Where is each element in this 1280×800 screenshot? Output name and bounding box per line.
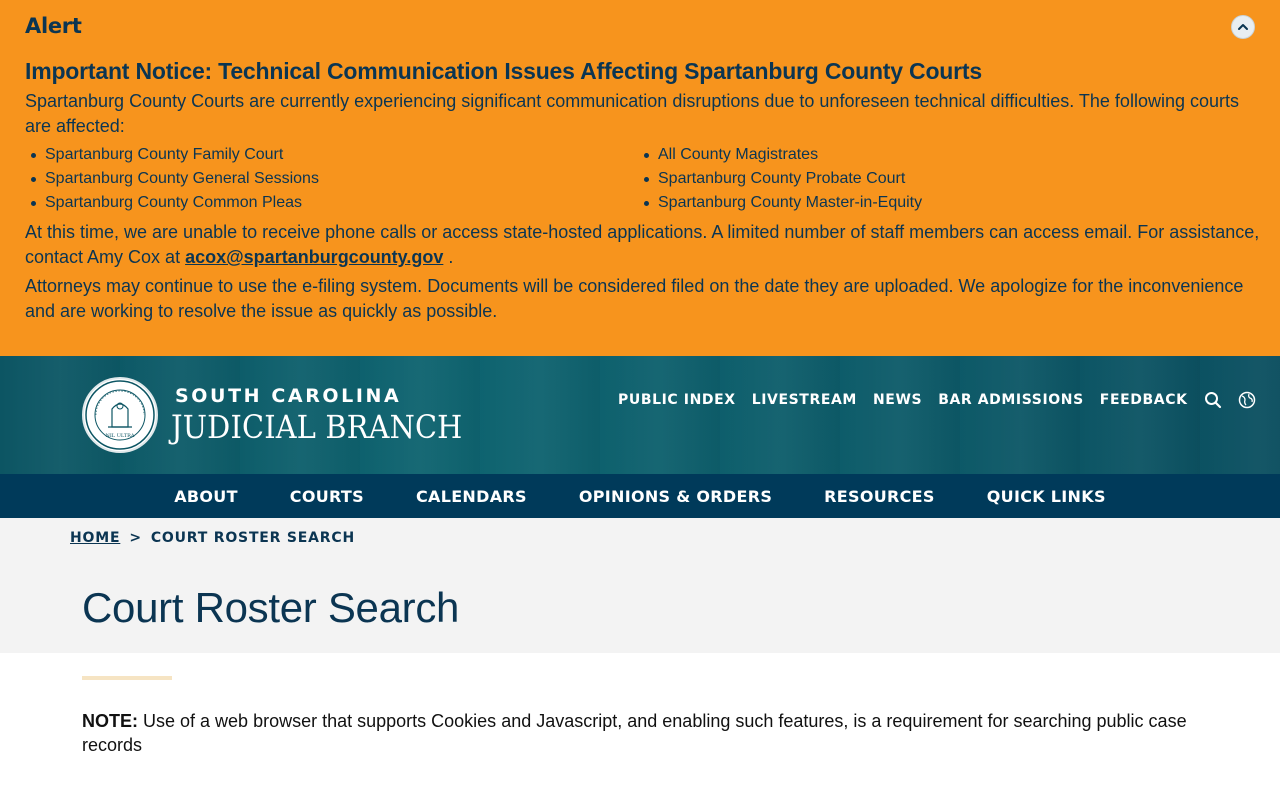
search-button[interactable] — [1204, 391, 1222, 409]
contact-email-link[interactable]: acox@spartanburgcounty.gov — [185, 247, 443, 267]
breadcrumb-separator: > — [129, 530, 142, 546]
util-link-bar-admissions[interactable]: BAR ADMISSIONS — [938, 392, 1084, 408]
list-item: Spartanburg County Probate Court — [644, 167, 1258, 191]
note-label: NOTE: — [82, 711, 138, 731]
page-title: Court Roster Search — [82, 584, 460, 631]
alert-contact-end: . — [448, 247, 454, 267]
note-text: Use of a web browser that supports Cooki… — [82, 711, 1187, 755]
nav-about[interactable]: ABOUT — [174, 487, 238, 506]
breadcrumb-current: COURT ROSTER SEARCH — [150, 530, 355, 546]
nav-calendars[interactable]: CALENDARS — [416, 487, 527, 506]
main-nav: ABOUT COURTS CALENDARS OPINIONS & ORDERS… — [0, 474, 1280, 518]
list-item: Spartanburg County Family Court — [31, 143, 658, 167]
alert-banner: Alert Important Notice: Technical Commun… — [0, 0, 1280, 356]
list-item: Spartanburg County Common Pleas — [31, 191, 658, 215]
alert-title: Important Notice: Technical Communicatio… — [25, 58, 982, 84]
title-accent-divider — [82, 676, 172, 680]
alert-heading: Alert — [25, 14, 82, 38]
alert-contact-paragraph: At this time, we are unable to receive p… — [25, 220, 1260, 270]
util-link-public-index[interactable]: PUBLIC INDEX — [618, 392, 736, 408]
util-link-feedback[interactable]: FEEDBACK — [1100, 392, 1188, 408]
breadcrumb-home-link[interactable]: HOME — [70, 530, 120, 546]
utility-nav: PUBLIC INDEX LIVESTREAM NEWS BAR ADMISSI… — [618, 391, 1256, 409]
alert-efiling-paragraph: Attorneys may continue to use the e-fili… — [25, 276, 1244, 321]
nav-quick-links[interactable]: QUICK LINKS — [987, 487, 1106, 506]
brand-name: JUDICIAL BRANCH — [171, 408, 463, 446]
judicial-seal-logo[interactable]: NIL ULTRA — [82, 377, 158, 453]
util-link-news[interactable]: NEWS — [873, 392, 922, 408]
search-icon — [1204, 392, 1221, 409]
brand-state: SOUTH CAROLINA — [175, 385, 402, 407]
alert-collapse-button[interactable] — [1231, 15, 1255, 39]
seal-motto: NIL ULTRA — [105, 433, 134, 439]
language-button[interactable] — [1238, 391, 1256, 409]
list-item: Spartanburg County Master-in-Equity — [644, 191, 1258, 215]
seal-icon: NIL ULTRA — [85, 380, 155, 450]
list-item: All County Magistrates — [644, 143, 1258, 167]
util-link-livestream[interactable]: LIVESTREAM — [752, 392, 857, 408]
nav-opinions-orders[interactable]: OPINIONS & ORDERS — [579, 487, 772, 506]
affected-courts-list: Spartanburg County Family Court All Coun… — [31, 143, 1265, 215]
nav-courts[interactable]: COURTS — [290, 487, 364, 506]
globe-icon — [1238, 391, 1255, 409]
browser-requirement-note: NOTE: Use of a web browser that supports… — [82, 709, 1202, 757]
nav-resources[interactable]: RESOURCES — [824, 487, 935, 506]
list-item: Spartanburg County General Sessions — [31, 167, 658, 191]
alert-intro: Spartanburg County Courts are currently … — [25, 91, 1239, 136]
chevron-up-icon — [1238, 24, 1248, 30]
breadcrumb: HOME > COURT ROSTER SEARCH — [70, 530, 355, 546]
